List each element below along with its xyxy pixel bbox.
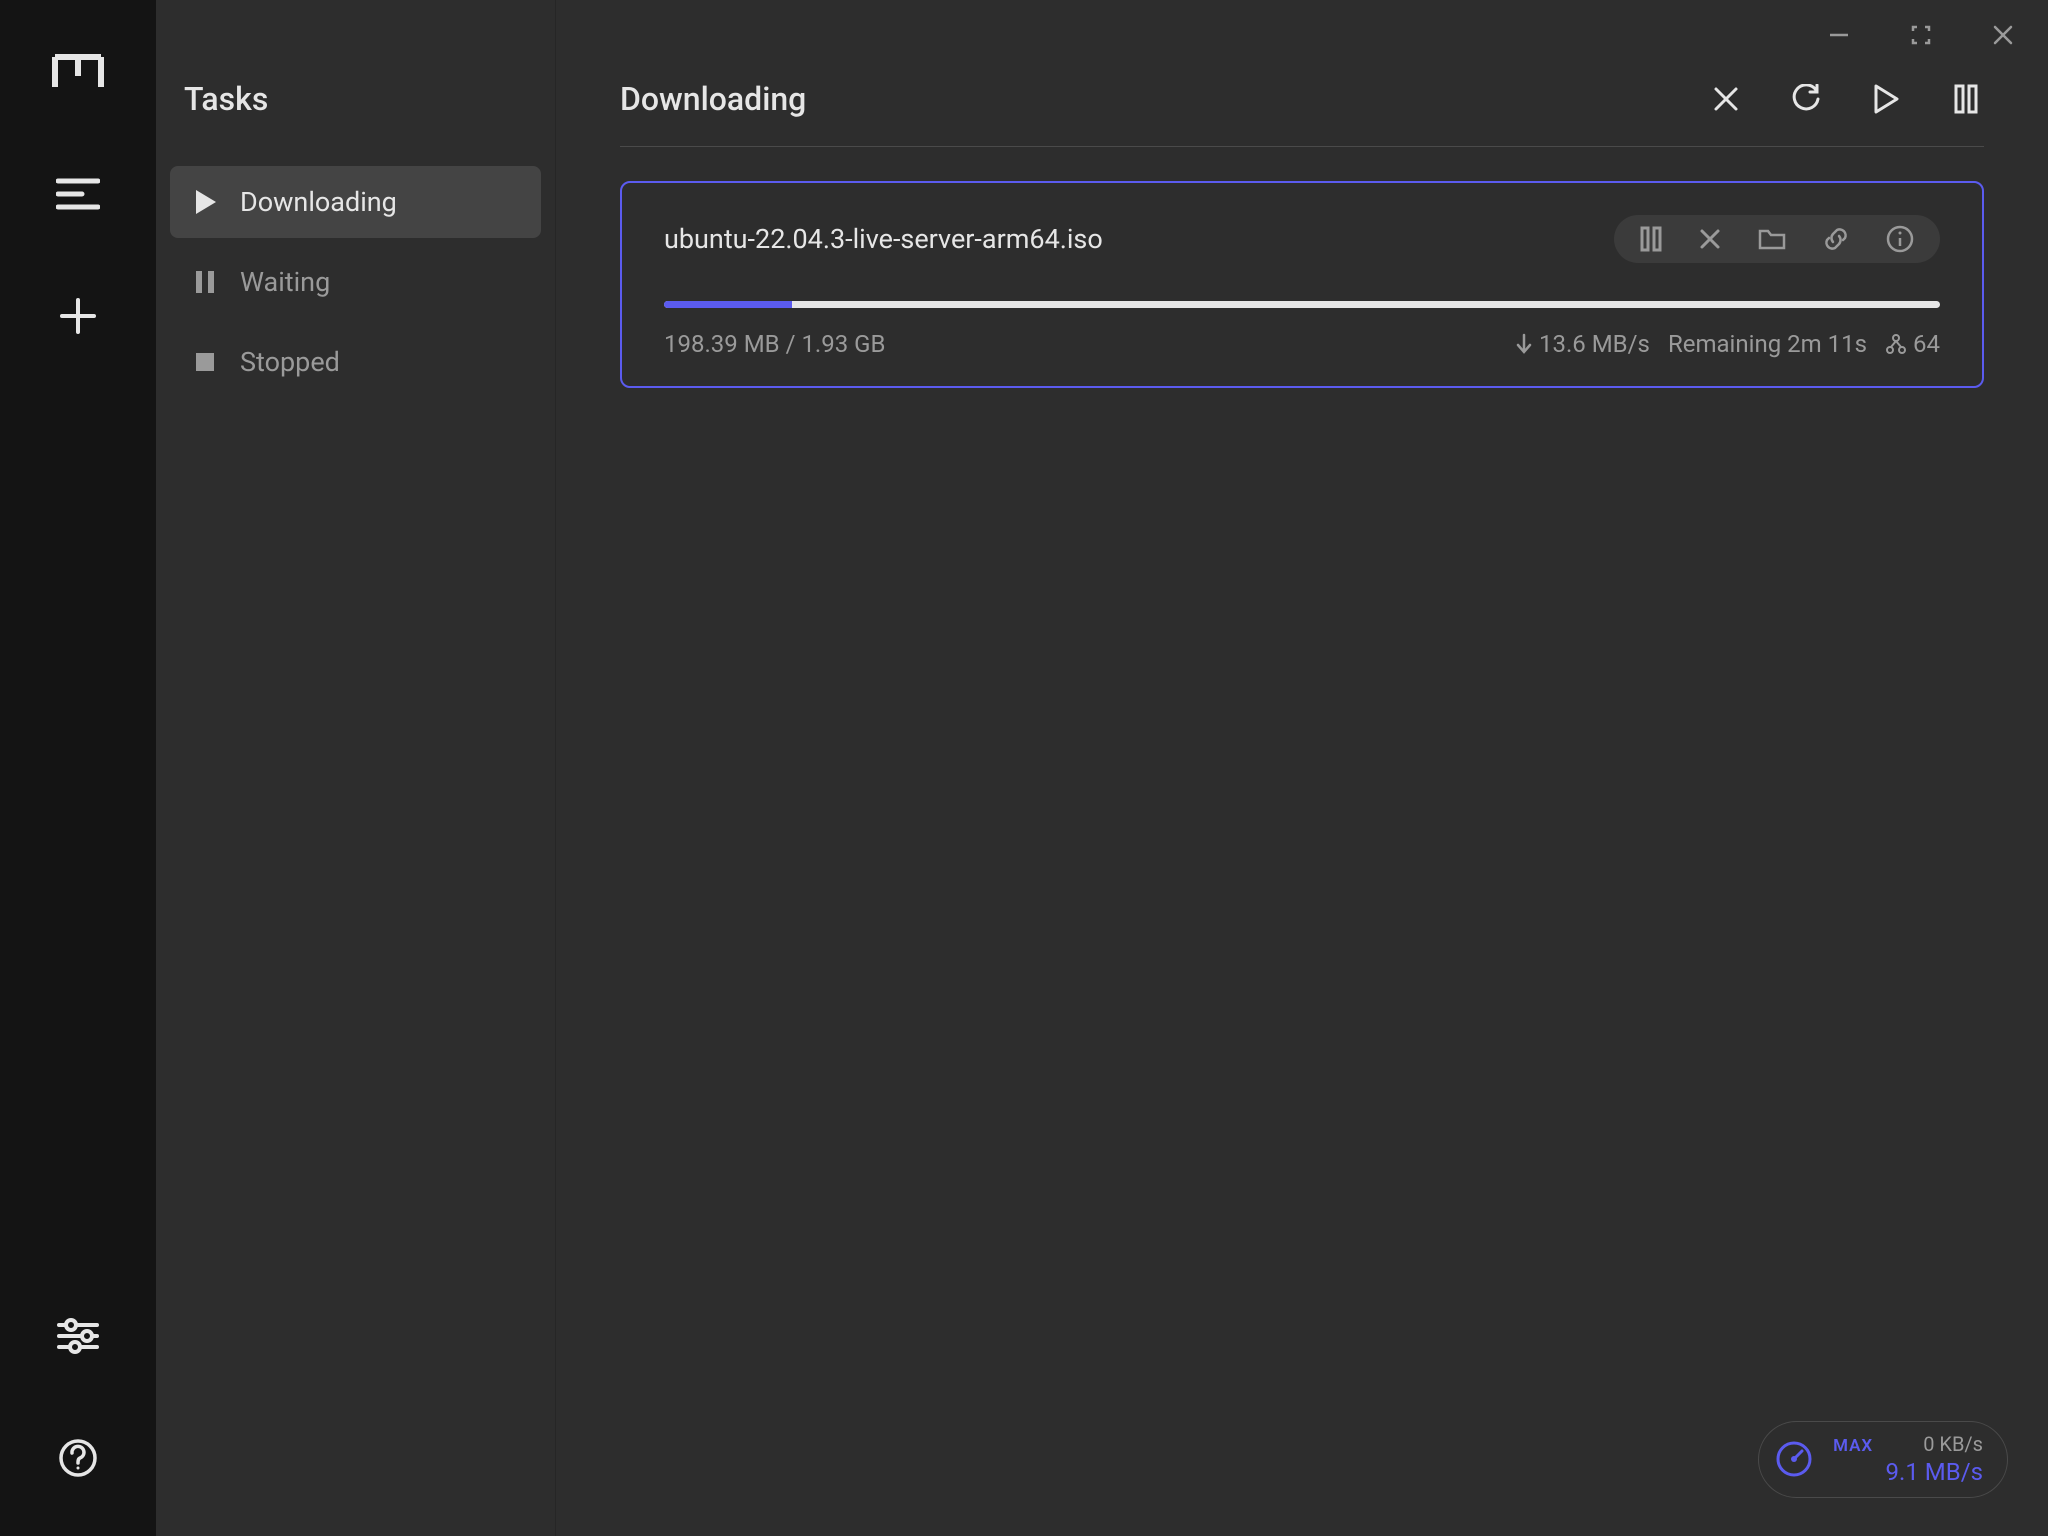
speed-mode: MAX	[1833, 1436, 1873, 1457]
task-card[interactable]: ubuntu-22.04.3-live-server-arm64.iso	[620, 181, 1984, 388]
task-remaining: Remaining 2m 11s	[1668, 330, 1867, 358]
sidebar-item-label: Downloading	[240, 186, 397, 218]
task-link[interactable]	[1822, 225, 1850, 253]
folder-icon	[1758, 227, 1786, 251]
speed-upload: 0 KB/s	[1923, 1432, 1983, 1457]
divider	[620, 146, 1984, 147]
gauge-icon	[1773, 1438, 1815, 1480]
task-size: 198.39 MB / 1.93 GB	[664, 330, 885, 358]
nav-tasks[interactable]	[0, 164, 156, 224]
task-info[interactable]	[1886, 225, 1914, 253]
task-filename: ubuntu-22.04.3-live-server-arm64.iso	[664, 223, 1103, 255]
sidebar-item-stopped[interactable]: Stopped	[170, 326, 541, 398]
pause-outline-icon	[1953, 84, 1979, 114]
minimize-icon	[1826, 22, 1852, 48]
main-panel: Downloading ubuntu-22.04.3-live-se	[556, 0, 2048, 1536]
settings-icon	[57, 1317, 99, 1355]
logo-icon	[52, 54, 104, 90]
sidebar-item-waiting[interactable]: Waiting	[170, 246, 541, 318]
window-maximize[interactable]	[1900, 14, 1942, 56]
sidebar-item-label: Waiting	[240, 266, 330, 298]
stop-icon	[192, 352, 218, 372]
nav-help[interactable]	[0, 1428, 156, 1488]
menu-icon	[56, 177, 100, 211]
action-delete[interactable]	[1708, 81, 1744, 117]
download-arrow-icon	[1515, 333, 1533, 355]
nav-rail	[0, 0, 156, 1536]
play-outline-icon	[1873, 84, 1899, 114]
sidebar-item-downloading[interactable]: Downloading	[170, 166, 541, 238]
action-resume[interactable]	[1868, 81, 1904, 117]
task-delete[interactable]	[1698, 227, 1722, 251]
page-title: Downloading	[620, 80, 806, 118]
pause-icon	[192, 270, 218, 294]
task-item-actions	[1614, 215, 1940, 263]
nav-add-task[interactable]	[0, 286, 156, 346]
close-icon	[1990, 22, 2016, 48]
action-pause[interactable]	[1948, 81, 1984, 117]
speed-download: 9.1 MB/s	[1886, 1457, 1983, 1487]
progress-fill	[664, 301, 792, 308]
nav-settings[interactable]	[0, 1306, 156, 1366]
link-icon	[1822, 225, 1850, 253]
task-pause[interactable]	[1640, 226, 1662, 252]
sidebar-item-label: Stopped	[240, 346, 340, 378]
sidebar-title: Tasks	[156, 80, 555, 158]
help-icon	[58, 1438, 98, 1478]
maximize-icon	[1908, 22, 1934, 48]
app-logo[interactable]	[0, 42, 156, 102]
x-icon	[1698, 227, 1722, 251]
window-close[interactable]	[1982, 14, 2024, 56]
info-icon	[1886, 225, 1914, 253]
progress-bar	[664, 301, 1940, 308]
tasks-sidebar: Tasks Downloading Waiting Stopped	[156, 0, 556, 1536]
window-minimize[interactable]	[1818, 14, 1860, 56]
task-speed: 13.6 MB/s	[1515, 330, 1650, 358]
task-folder[interactable]	[1758, 227, 1786, 251]
window-controls	[1818, 14, 2024, 56]
play-icon	[192, 189, 218, 215]
connections-icon	[1885, 333, 1907, 355]
pause-icon	[1640, 226, 1662, 252]
refresh-icon	[1791, 84, 1821, 114]
task-connections: 64	[1885, 330, 1940, 358]
action-refresh[interactable]	[1788, 81, 1824, 117]
x-icon	[1712, 85, 1740, 113]
plus-icon	[59, 297, 97, 335]
speed-badge[interactable]: MAX 0 KB/s 9.1 MB/s	[1758, 1421, 2008, 1498]
